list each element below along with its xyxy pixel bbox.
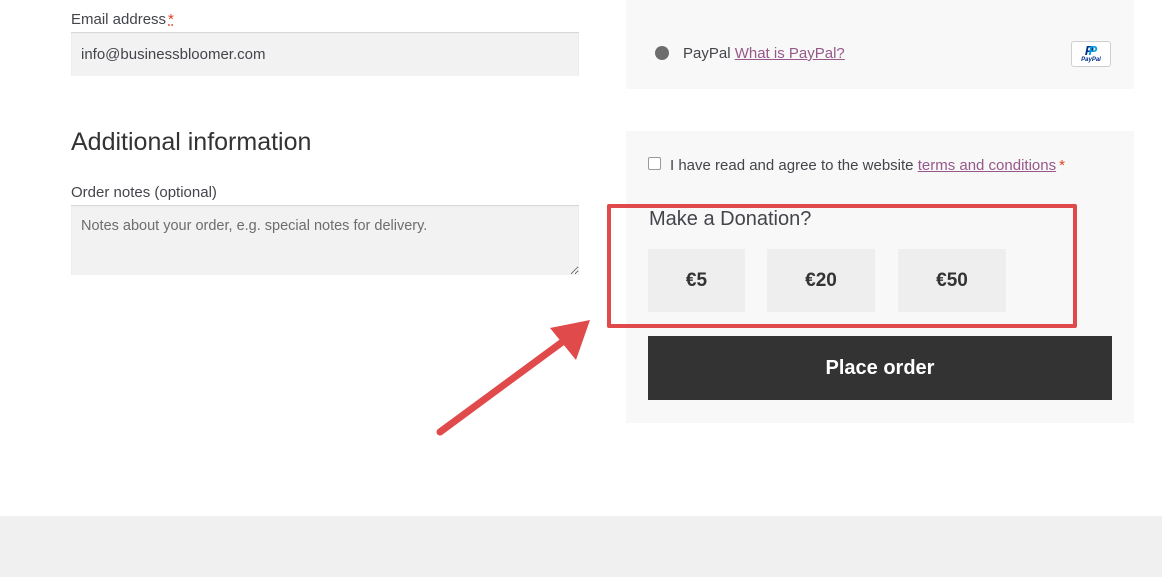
email-label: Email address * [71,11,174,28]
donation-highlight-box [607,204,1077,328]
paypal-method-label: PayPal What is PayPal? [683,45,845,62]
email-label-text: Email address [71,11,167,28]
paypal-logo-icon: PP PayPal [1071,41,1111,67]
place-order-button[interactable]: Place order [648,336,1112,400]
email-field[interactable] [71,32,579,76]
what-is-paypal-link[interactable]: What is PayPal? [735,45,845,62]
order-notes-field[interactable] [71,205,579,275]
paypal-badge-word: PayPal [1081,56,1101,63]
terms-label: I have read and agree to the website ter… [670,157,1065,174]
terms-checkbox[interactable] [648,157,661,170]
paypal-p-icon: PP [1084,42,1098,58]
terms-required-mark: * [1059,157,1065,174]
site-footer [0,516,1162,577]
additional-info-title: Additional information [71,128,312,156]
terms-link[interactable]: terms and conditions [918,157,1056,174]
order-notes-label: Order notes (optional) [71,184,217,201]
annotation-arrow-icon [436,320,590,436]
paypal-label-text: PayPal [683,45,731,62]
required-mark: * [168,11,174,28]
terms-text: I have read and agree to the website [670,157,914,174]
paypal-radio[interactable] [655,46,669,60]
